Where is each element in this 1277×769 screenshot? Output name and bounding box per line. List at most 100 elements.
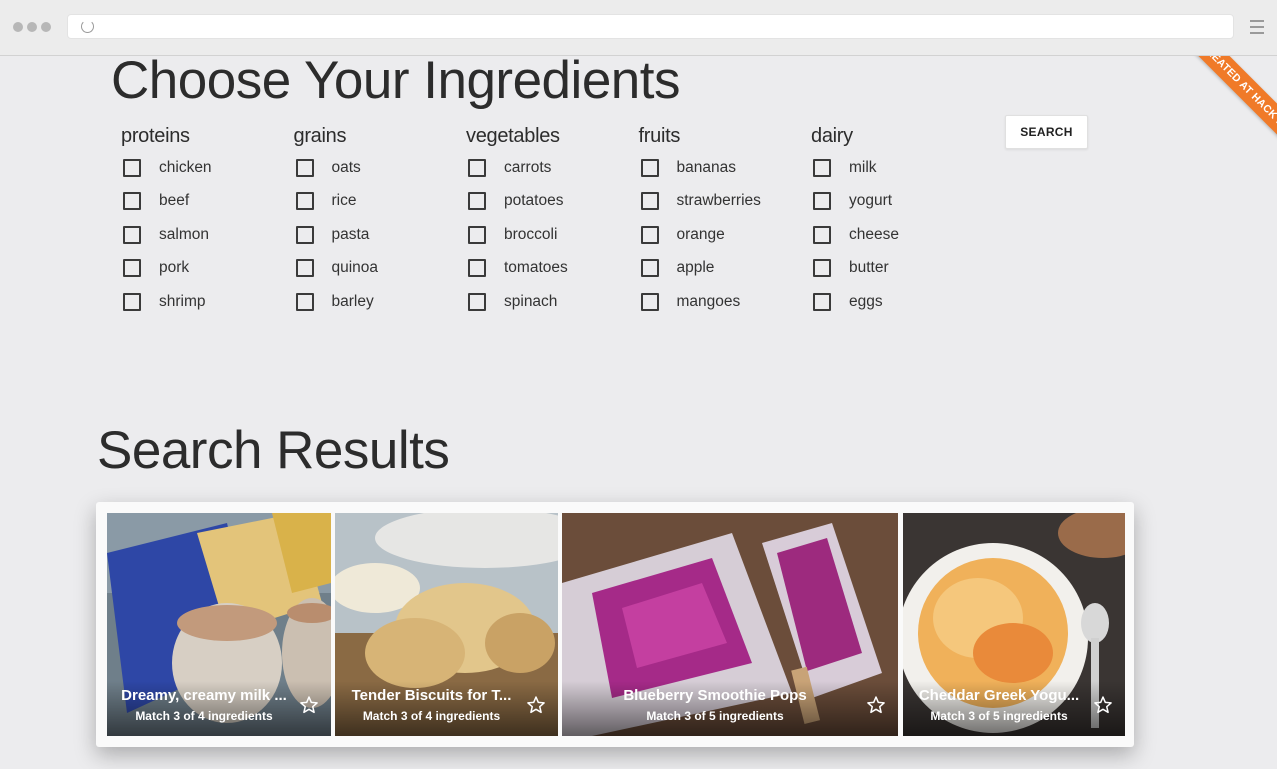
group-title: vegetables bbox=[466, 125, 560, 147]
ingredient-checkbox[interactable] bbox=[640, 225, 659, 244]
search-button[interactable]: SEARCH bbox=[1005, 115, 1088, 149]
card-match: Match 3 of 4 ingredients bbox=[362, 709, 501, 723]
ingredient-checkbox[interactable] bbox=[640, 259, 659, 278]
ingredient-checkbox[interactable] bbox=[123, 158, 141, 177]
group-title: proteins bbox=[121, 125, 190, 147]
address-bar[interactable] bbox=[67, 14, 1234, 39]
ingredient-item-tomatoes[interactable]: tomatoes bbox=[466, 252, 639, 286]
ingredient-item-chicken[interactable]: chicken bbox=[121, 151, 294, 185]
ingredient-checkbox[interactable] bbox=[813, 225, 831, 244]
minimize-window-dot[interactable] bbox=[27, 22, 37, 32]
ingredient-item-orange[interactable]: orange bbox=[639, 218, 812, 252]
ingredient-item-apple[interactable]: apple bbox=[639, 252, 812, 286]
ingredient-label: strawberries bbox=[676, 192, 761, 210]
group-title: dairy bbox=[811, 125, 853, 147]
recipe-card[interactable]: Dreamy, creamy milk ... Match 3 of 4 ing… bbox=[107, 513, 331, 736]
ingredient-label: mangoes bbox=[676, 292, 741, 310]
results-title: Search Results bbox=[97, 421, 450, 480]
recipe-card[interactable]: Cheddar Greek Yogu... Match 3 of 5 ingre… bbox=[903, 513, 1125, 736]
ingredient-checkbox[interactable] bbox=[813, 158, 831, 177]
ingredient-label: oats bbox=[331, 158, 361, 176]
ingredient-label: bananas bbox=[676, 158, 736, 176]
ingredient-item-potatoes[interactable]: potatoes bbox=[466, 185, 639, 219]
ingredient-label: shrimp bbox=[159, 292, 206, 310]
ingredient-checkbox[interactable] bbox=[468, 158, 486, 177]
ingredient-label: rice bbox=[331, 192, 357, 210]
ingredient-item-milk[interactable]: milk bbox=[811, 151, 984, 185]
ingredient-checkbox[interactable] bbox=[813, 259, 831, 278]
ingredient-checkbox[interactable] bbox=[123, 225, 141, 244]
ingredient-checkbox[interactable] bbox=[123, 192, 141, 211]
star-outline-icon[interactable] bbox=[1093, 695, 1113, 715]
ingredient-checkbox[interactable] bbox=[123, 259, 141, 278]
ingredient-item-quinoa[interactable]: quinoa bbox=[294, 252, 467, 286]
star-outline-icon[interactable] bbox=[866, 695, 886, 715]
ingredient-item-eggs[interactable]: eggs bbox=[811, 285, 984, 319]
ingredient-label: salmon bbox=[159, 225, 209, 243]
ingredient-checkbox[interactable] bbox=[295, 192, 314, 211]
card-match: Match 3 of 5 ingredients bbox=[646, 709, 784, 723]
ingredient-label: barley bbox=[331, 292, 374, 310]
ingredient-item-strawberries[interactable]: strawberries bbox=[639, 185, 812, 219]
ingredient-item-broccoli[interactable]: broccoli bbox=[466, 218, 639, 252]
ingredient-label: potatoes bbox=[504, 192, 564, 210]
recipe-card[interactable]: Tender Biscuits for T... Match 3 of 4 in… bbox=[335, 513, 558, 736]
ingredient-label: cheese bbox=[849, 225, 899, 243]
ingredient-label: carrots bbox=[504, 158, 552, 176]
ingredient-label: spinach bbox=[504, 292, 558, 310]
ingredient-checkbox[interactable] bbox=[295, 225, 314, 244]
ingredient-item-carrots[interactable]: carrots bbox=[466, 151, 639, 185]
ingredient-checkbox[interactable] bbox=[640, 292, 659, 311]
maximize-window-dot[interactable] bbox=[41, 22, 51, 32]
ingredient-checkbox[interactable] bbox=[640, 192, 659, 211]
ingredient-label: milk bbox=[849, 158, 877, 176]
ingredient-item-pork[interactable]: pork bbox=[121, 252, 294, 286]
ingredient-item-rice[interactable]: rice bbox=[294, 185, 467, 219]
ingredient-checkbox[interactable] bbox=[468, 259, 486, 278]
group-proteins: proteins chicken beef salmon pork shrimp bbox=[121, 124, 294, 319]
ribbon-label: CREATED AT HACK REACTOR bbox=[1187, 56, 1277, 173]
ingredient-checkbox[interactable] bbox=[468, 292, 486, 311]
ingredient-item-barley[interactable]: barley bbox=[294, 285, 467, 319]
ingredient-checkbox[interactable] bbox=[123, 292, 141, 311]
ingredient-checkbox[interactable] bbox=[295, 158, 314, 177]
browser-toolbar bbox=[0, 0, 1277, 56]
ingredient-label: tomatoes bbox=[504, 259, 568, 277]
ingredient-label: apple bbox=[676, 259, 715, 277]
ingredient-item-butter[interactable]: butter bbox=[811, 252, 984, 286]
ingredient-checkbox[interactable] bbox=[295, 259, 314, 278]
ingredient-item-mangoes[interactable]: mangoes bbox=[639, 285, 812, 319]
ingredient-label: yogurt bbox=[849, 192, 893, 210]
ingredient-item-beef[interactable]: beef bbox=[121, 185, 294, 219]
group-title: fruits bbox=[638, 125, 681, 147]
ingredient-item-shrimp[interactable]: shrimp bbox=[121, 285, 294, 319]
card-title: Cheddar Greek Yogu... bbox=[918, 687, 1080, 704]
ingredient-checkbox[interactable] bbox=[295, 292, 314, 311]
reload-icon[interactable] bbox=[81, 20, 94, 33]
ingredient-item-spinach[interactable]: spinach bbox=[466, 285, 639, 319]
ingredient-item-salmon[interactable]: salmon bbox=[121, 218, 294, 252]
group-dairy: dairy milk yogurt cheese butter eggs bbox=[811, 124, 984, 319]
group-fruits: fruits bananas strawberries orange apple… bbox=[639, 124, 812, 319]
card-title: Blueberry Smoothie Pops bbox=[623, 687, 807, 704]
ingredient-checkbox[interactable] bbox=[468, 192, 486, 211]
ingredient-checkbox[interactable] bbox=[813, 292, 831, 311]
ingredient-item-yogurt[interactable]: yogurt bbox=[811, 185, 984, 219]
hamburger-icon[interactable] bbox=[1250, 20, 1264, 34]
corner-ribbon[interactable]: CREATED AT HACK REACTOR bbox=[1157, 56, 1277, 176]
ingredient-item-cheese[interactable]: cheese bbox=[811, 218, 984, 252]
ingredient-item-pasta[interactable]: pasta bbox=[294, 218, 467, 252]
ingredient-item-bananas[interactable]: bananas bbox=[639, 151, 812, 185]
star-outline-icon[interactable] bbox=[526, 695, 546, 715]
close-window-dot[interactable] bbox=[13, 22, 23, 32]
ingredient-checkbox[interactable] bbox=[468, 225, 486, 244]
recipe-card[interactable]: Blueberry Smoothie Pops Match 3 of 5 ing… bbox=[562, 513, 898, 736]
ingredient-label: broccoli bbox=[504, 225, 558, 243]
ingredient-label: pasta bbox=[331, 225, 370, 243]
ingredient-checkbox[interactable] bbox=[640, 158, 659, 177]
star-outline-icon[interactable] bbox=[299, 695, 319, 715]
ingredient-checkbox[interactable] bbox=[813, 192, 831, 211]
group-vegetables: vegetables carrots potatoes broccoli tom… bbox=[466, 124, 639, 319]
group-title: grains bbox=[293, 125, 347, 147]
ingredient-item-oats[interactable]: oats bbox=[294, 151, 467, 185]
